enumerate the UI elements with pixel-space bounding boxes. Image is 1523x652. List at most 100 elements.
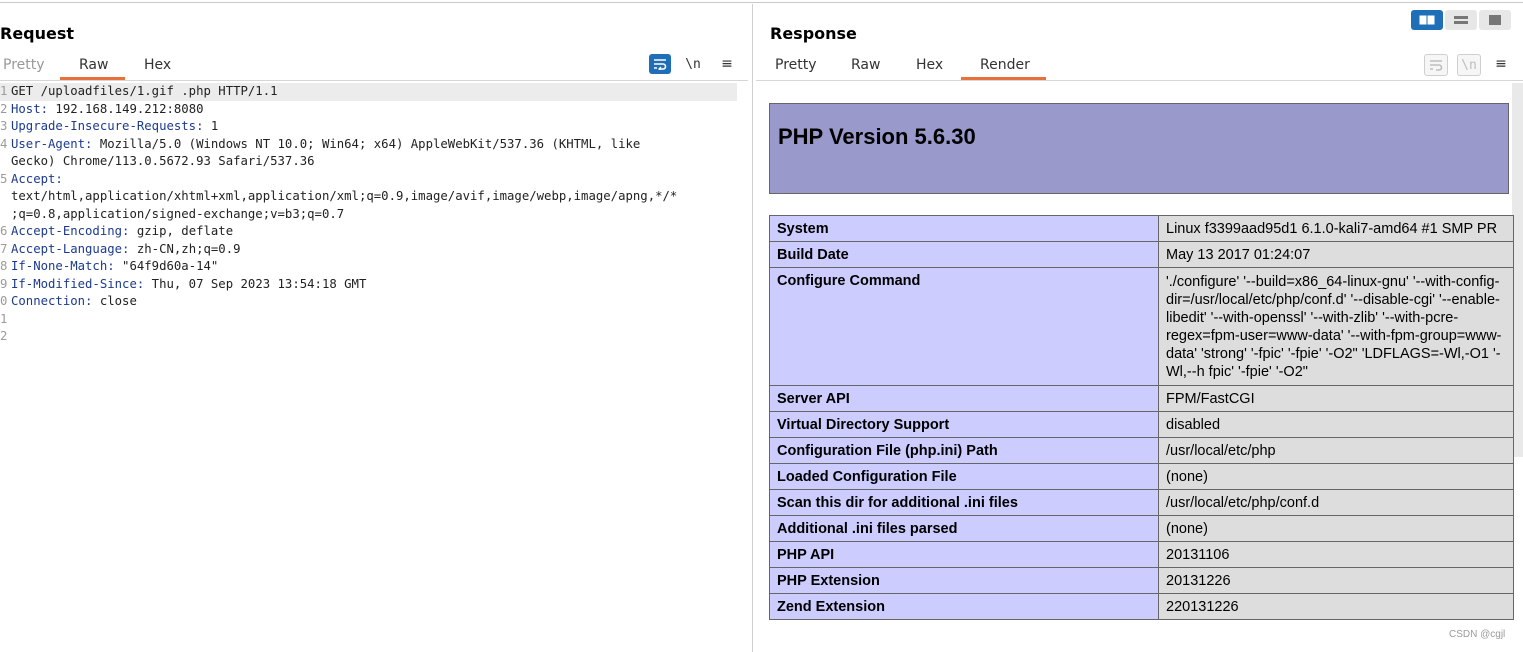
tab-raw[interactable]: Raw [79,57,108,73]
request-line[interactable]: 9 If-Modified-Since: Thu, 07 Sep 2023 13:… [0,276,745,294]
phpinfo-row: Configuration File (php.ini) Path/usr/lo… [769,437,1514,464]
request-line[interactable]: 4 User-Agent: Mozilla/5.0 (Windows NT 10.… [0,136,745,154]
word-wrap-icon [654,59,667,70]
phpinfo-value: /usr/local/etc/php [1158,437,1514,464]
phpinfo-label: PHP Extension [769,567,1159,594]
word-wrap-toggle-button[interactable] [649,54,671,74]
php-version-header: PHP Version 5.6.30 [769,103,1509,194]
header-name: User-Agent: [11,136,93,151]
stacked-layout-button[interactable] [1445,10,1477,30]
phpinfo-value: 220131226 [1158,593,1514,620]
header-value: 1 [203,119,219,133]
line-content: Connection: close [11,293,137,311]
request-editor[interactable]: 1 GET /uploadfiles/1.gif .php HTTP/1.1 2 Ho… [0,83,745,346]
header-name: Host: [11,101,49,116]
tab-render[interactable]: Render [980,57,1030,73]
line-number: 4 [0,136,8,151]
phpinfo-table: System Linux f3399aad95d1 6.1.0-kali7-amd… [769,215,1514,620]
request-line[interactable]: 7 Accept-Language: zh-CN,zh;q=0.9 [0,241,745,259]
header-name: Accept-Language: [11,241,130,256]
header-value: "64f9d60a-14" [114,259,219,273]
line-content: Upgrade-Insecure-Requests: 1 [11,118,218,136]
request-line[interactable]: Gecko) Chrome/113.0.5672.93 Safari/537.3… [0,153,745,171]
line-content: Gecko) Chrome/113.0.5672.93 Safari/537.3… [11,153,315,171]
header-value: gzip, deflate [129,224,234,238]
line-content: text/html,application/xhtml+xml,applicat… [11,188,677,206]
line-number: 3 [0,119,8,133]
line-number: 2 [0,101,8,116]
phpinfo-row: PHP Extension 20131226 [769,567,1514,594]
request-menu-button[interactable]: ≡ [716,54,738,74]
phpinfo-row: Additional .ini files parsed (none) [769,515,1514,542]
header-value: 192.168.149.212:8080 [48,101,204,116]
phpinfo-row: Server API FPM/FastCGI [769,385,1514,412]
request-line[interactable]: 5 Accept: [0,171,745,189]
header-name: If-Modified-Since: [11,276,145,291]
tab-hex[interactable]: Hex [144,57,171,73]
phpinfo-row: Loaded Configuration File (none) [769,463,1514,490]
line-number: 9 [0,276,8,291]
phpinfo-value: disabled [1158,411,1514,438]
tab-pretty[interactable]: Pretty [3,57,45,73]
header-name: Connection: [11,294,93,308]
response-menu-button[interactable]: ≡ [1490,54,1512,74]
line-number: 1 [0,311,8,326]
phpinfo-label: Configure Command [769,267,1159,386]
request-line[interactable]: ;q=0.8,application/signed-exchange;v=b3;… [0,206,745,224]
tab-raw[interactable]: Raw [851,57,880,73]
configure-command-text: './configure' '--build=x86_64-linux-gnu'… [1166,274,1502,380]
word-wrap-icon [1430,60,1443,71]
tab-pretty[interactable]: Pretty [775,57,817,73]
phpinfo-value: 20131106 [1158,541,1514,568]
line-number: 2 [0,329,8,343]
header-value: close [92,294,137,308]
request-line[interactable]: 8 If-None-Match: "64f9d60a-14" [0,258,745,276]
header-name: Accept-Encoding: [11,224,130,238]
line-content: If-Modified-Since: Thu, 07 Sep 2023 13:5… [11,276,366,294]
phpinfo-label: Scan this dir for additional .ini files [769,489,1159,516]
request-tabs-rule [0,80,748,81]
phpinfo-row: Virtual Directory Support disabled [769,411,1514,438]
request-line[interactable]: 2 [0,328,745,346]
line-content: ;q=0.8,application/signed-exchange;v=b3;… [11,206,344,224]
show-newlines-button[interactable]: \n [682,54,704,74]
word-wrap-toggle-button[interactable] [1424,54,1448,76]
header-value: Thu, 07 Sep 2023 13:54:18 GMT [144,276,367,291]
top-border [0,2,1523,3]
phpinfo-row: PHP API 20131106 [769,541,1514,568]
response-tabs-rule [756,80,1523,81]
phpinfo-label: Virtual Directory Support [769,411,1159,438]
request-title: Request [0,24,75,43]
phpinfo-value: (none) [1158,515,1514,542]
header-name: If-None-Match: [11,259,115,273]
side-by-side-layout-button[interactable] [1411,10,1443,30]
phpinfo-label: Server API [769,385,1159,412]
phpinfo-row: System Linux f3399aad95d1 6.1.0-kali7-amd… [769,215,1514,242]
line-content: Accept-Encoding: gzip, deflate [11,223,233,241]
request-line[interactable]: text/html,application/xhtml+xml,applicat… [0,188,745,206]
header-value: ;q=0.8,application/signed-exchange;v=b3;… [11,206,345,221]
request-line[interactable]: 2 Host: 192.168.149.212:8080 [0,101,745,119]
request-line[interactable]: 1 [0,311,745,329]
pane-divider[interactable] [752,4,753,652]
header-value: text/html,application/xhtml+xml,applicat… [11,189,678,203]
line-content: Host: 192.168.149.212:8080 [11,101,204,119]
request-line[interactable]: 1 GET /uploadfiles/1.gif .php HTTP/1.1 [0,83,737,101]
line-content: Accept-Language: zh-CN,zh;q=0.9 [11,241,241,259]
request-line[interactable]: 0 Connection: close [0,293,745,311]
layout-switcher [1411,10,1511,30]
phpinfo-label: Configuration File (php.ini) Path [769,437,1159,464]
request-line[interactable]: 3 Upgrade-Insecure-Requests: 1 [0,118,745,136]
phpinfo-value: /usr/local/etc/php/conf.d [1158,489,1514,516]
request-line[interactable]: 6 Accept-Encoding: gzip, deflate [0,223,745,241]
show-newlines-button[interactable]: \n [1457,54,1481,76]
single-pane-icon [1489,15,1501,25]
phpinfo-value: FPM/FastCGI [1158,385,1514,412]
line-number: 5 [0,171,8,186]
header-value: Mozilla/5.0 (Windows NT 10.0; Win64; x64… [92,136,641,151]
tabbed-layout-button[interactable] [1479,10,1511,30]
tab-hex[interactable]: Hex [916,57,943,73]
line-number: 7 [0,241,8,256]
php-version-title: PHP Version 5.6.30 [778,124,976,149]
rows-icon [1454,16,1468,24]
